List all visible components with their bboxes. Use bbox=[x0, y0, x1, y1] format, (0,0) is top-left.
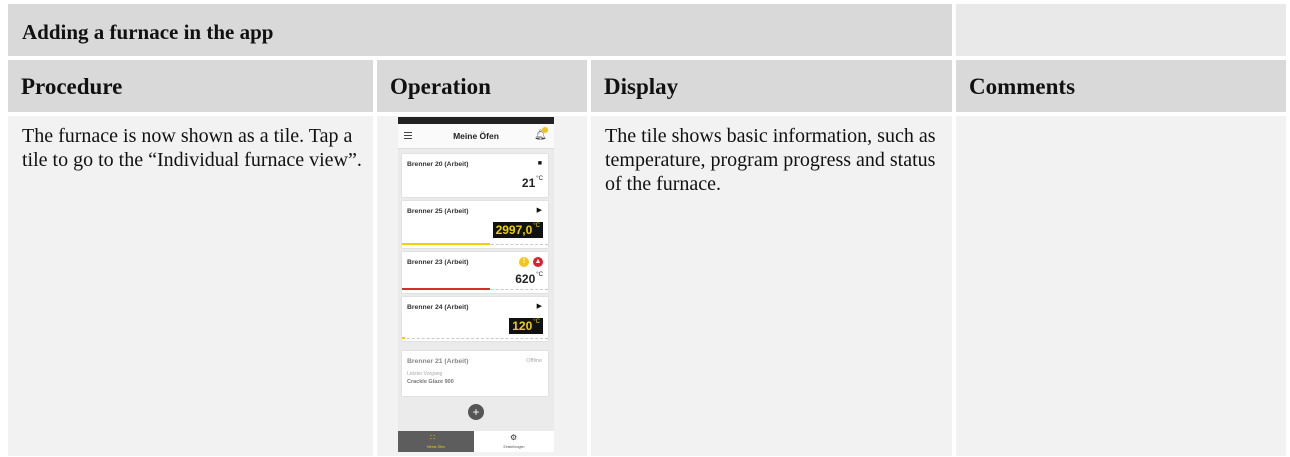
header-procedure-cell: Procedure bbox=[8, 60, 373, 112]
furnace-tile[interactable]: Brenner 20 (Arbeit) ■ 21°C bbox=[402, 154, 548, 197]
furnace-name: Brenner 23 (Arbeit) bbox=[407, 259, 469, 266]
grid-icon: ∷ bbox=[430, 433, 436, 442]
gear-icon: ⚙ bbox=[510, 433, 518, 442]
progress-bar bbox=[402, 288, 490, 290]
progress-bar bbox=[402, 243, 490, 245]
furnace-tile[interactable]: Brenner 25 (Arbeit) ▶ 2997,0°C bbox=[402, 201, 548, 248]
furnace-tile[interactable]: Brenner 21 (Arbeit) Offline Letzter Vorg… bbox=[402, 351, 548, 396]
header-display: Display bbox=[604, 74, 679, 99]
phone-status-bar bbox=[398, 117, 554, 131]
furnace-temperature: 620°C bbox=[515, 272, 543, 286]
furnace-tile[interactable]: Brenner 23 (Arbeit) ! ▲ 620°C bbox=[402, 252, 548, 293]
phone-screenshot: Meine Öfen 🔔︎ Brenner 20 (Arbeit) ■ 21°C… bbox=[398, 117, 554, 452]
comments-cell bbox=[956, 116, 1286, 456]
furnace-temperature: 21°C bbox=[521, 176, 543, 190]
table-title-cell: Adding a furnace in the app bbox=[8, 4, 952, 56]
furnace-tile[interactable]: Brenner 24 (Arbeit) ▶ 120°C bbox=[402, 297, 548, 341]
last-program-name: Crackle Glaze 900 bbox=[407, 379, 454, 385]
furnace-temperature: 2997,0°C bbox=[492, 222, 543, 238]
play-icon: ▶ bbox=[536, 207, 542, 214]
header-operation-cell: Operation bbox=[377, 60, 587, 112]
last-process-label: Letzter Vorgang bbox=[407, 371, 443, 377]
nav-settings-label: Einstellungen bbox=[503, 445, 525, 449]
progress-bar bbox=[402, 337, 405, 339]
table-title: Adding a furnace in the app bbox=[22, 20, 274, 44]
alarm-icon: ▲ bbox=[533, 257, 543, 267]
phone-app-bar: Meine Öfen 🔔︎ bbox=[398, 124, 554, 149]
furnace-temperature: 120°C bbox=[509, 318, 543, 334]
add-furnace-button[interactable]: + bbox=[468, 404, 484, 420]
procedure-cell: The furnace is now shown as a tile. Tap … bbox=[8, 116, 373, 456]
furnace-name: Brenner 25 (Arbeit) bbox=[407, 208, 469, 215]
phone-app-title: Meine Öfen bbox=[453, 131, 499, 141]
play-icon: ▶ bbox=[536, 303, 542, 310]
header-display-cell: Display bbox=[591, 60, 952, 112]
warning-icon: ! bbox=[519, 257, 529, 267]
procedure-text: The furnace is now shown as a tile. Tap … bbox=[22, 125, 362, 171]
display-text: The tile shows basic information, such a… bbox=[605, 125, 936, 195]
furnace-name: Brenner 24 (Arbeit) bbox=[407, 304, 469, 311]
progress-track bbox=[402, 338, 548, 339]
table-title-side-cell bbox=[956, 4, 1286, 56]
stop-icon: ■ bbox=[537, 160, 542, 167]
notification-badge bbox=[542, 127, 548, 133]
offline-status: Offline bbox=[526, 358, 542, 364]
nav-my-ovens[interactable]: ∷ Meine Öfen bbox=[398, 431, 474, 452]
phone-bottom-nav: ∷ Meine Öfen ⚙ Einstellungen bbox=[398, 431, 554, 452]
furnace-name: Brenner 21 (Arbeit) bbox=[407, 358, 469, 365]
header-operation: Operation bbox=[390, 74, 491, 99]
display-cell: The tile shows basic information, such a… bbox=[591, 116, 952, 456]
header-procedure: Procedure bbox=[21, 74, 123, 99]
nav-my-ovens-label: Meine Öfen bbox=[426, 445, 446, 449]
header-comments: Comments bbox=[969, 74, 1076, 99]
nav-settings[interactable]: ⚙ Einstellungen bbox=[474, 431, 554, 452]
header-comments-cell: Comments bbox=[956, 60, 1286, 112]
furnace-name: Brenner 20 (Arbeit) bbox=[407, 161, 469, 168]
